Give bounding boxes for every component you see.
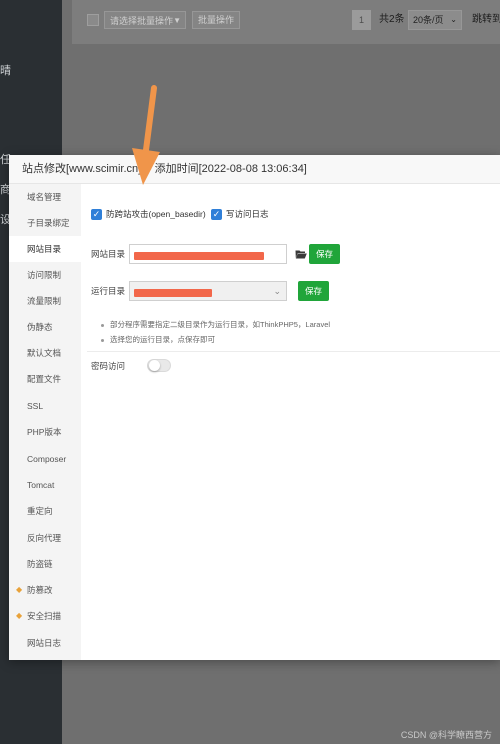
gem-icon: ◆ xyxy=(16,585,23,594)
caret-down-icon: ▼ xyxy=(173,16,181,25)
open-basedir-checkbox[interactable]: ✓ xyxy=(91,209,102,220)
run-dir-select[interactable]: ⌄ xyxy=(129,281,287,301)
nav-item-config[interactable]: 配置文件 xyxy=(9,366,81,392)
gem-icon: ◆ xyxy=(16,611,23,620)
redaction-mark xyxy=(134,289,212,297)
modal-title: 站点修改[www.scimir.cn] -- 添加时间[2022-08-08 1… xyxy=(22,163,307,175)
modal-header: 站点修改[www.scimir.cn] -- 添加时间[2022-08-08 1… xyxy=(9,155,500,184)
bullet-icon xyxy=(101,338,104,342)
site-dir-panel: ✓ 防跨站攻击(open_basedir) ✓ 写访问日志 网站目录 保存 运行… xyxy=(81,184,500,660)
tip-item: 部分程序需要指定二级目录作为运行目录，如ThinkPHP5，Laravel xyxy=(101,319,330,331)
nav-item-hotlink[interactable]: 防盗链 xyxy=(9,551,81,577)
divider xyxy=(87,351,500,352)
access-log-label: 写访问日志 xyxy=(226,209,269,219)
redaction-mark xyxy=(134,252,264,260)
nav-item-site-log[interactable]: 网站日志 xyxy=(9,630,81,656)
nav-item-tamper-proof[interactable]: ◆ 防篡改 xyxy=(9,577,81,603)
chevron-down-icon: ⌄ xyxy=(450,15,457,24)
nav-item-ssl[interactable]: SSL xyxy=(9,393,81,419)
run-dir-label: 运行目录 xyxy=(91,286,126,296)
nav-item-traffic-limit[interactable]: 流量限制 xyxy=(9,288,81,314)
batch-action-button[interactable]: 批量操作 xyxy=(192,11,241,29)
nav-item-redirect[interactable]: 重定向 xyxy=(9,498,81,524)
nav-item-reverse-proxy[interactable]: 反向代理 xyxy=(9,525,81,551)
site-dir-save-button[interactable]: 保存 xyxy=(309,244,340,264)
nav-item-composer[interactable]: Composer xyxy=(9,446,81,472)
bullet-icon xyxy=(101,323,104,327)
nav-item-site-dir[interactable]: 网站目录 xyxy=(9,236,81,262)
folder-open-icon[interactable] xyxy=(295,248,307,260)
nav-item-security-scan[interactable]: ◆ 安全扫描 xyxy=(9,603,81,629)
page-number-current[interactable]: 1 xyxy=(352,10,371,30)
nav-item-default-doc[interactable]: 默认文档 xyxy=(9,340,81,366)
password-access-toggle[interactable] xyxy=(147,359,171,372)
nav-item-tomcat[interactable]: Tomcat xyxy=(9,472,81,498)
batch-action-select[interactable]: 请选择批量操作 ▼ xyxy=(104,11,186,29)
access-log-checkbox[interactable]: ✓ xyxy=(211,209,222,220)
nav-item-rewrite[interactable]: 伪静态 xyxy=(9,314,81,340)
select-all-checkbox[interactable] xyxy=(87,14,99,26)
per-page-select[interactable]: 20条/页 ⌄ xyxy=(408,10,462,30)
pagination-total: 共2条 xyxy=(379,14,405,25)
open-basedir-label: 防跨站攻击(open_basedir) xyxy=(106,209,206,219)
modal-nav: 域名管理 子目录绑定 网站目录 访问限制 流量限制 伪静态 默认文档 配置文件 … xyxy=(9,184,81,660)
chevron-down-icon: ⌄ xyxy=(273,286,281,296)
nav-item-domain[interactable]: 域名管理 xyxy=(9,184,81,210)
tip-item: 选择您的运行目录，点保存即可 xyxy=(101,334,215,346)
nav-item-php-version[interactable]: PHP版本 xyxy=(9,419,81,445)
nav-item-subdir[interactable]: 子目录绑定 xyxy=(9,210,81,236)
password-access-label: 密码访问 xyxy=(91,361,126,371)
jump-to-label: 跳转到 xyxy=(472,14,500,25)
watermark: CSDN @科学瞭西营方 xyxy=(400,730,492,740)
site-edit-modal: 站点修改[www.scimir.cn] -- 添加时间[2022-08-08 1… xyxy=(9,155,500,660)
toggle-knob xyxy=(149,360,160,371)
site-dir-input[interactable] xyxy=(129,244,287,264)
sidebar-fragment[interactable]: 晴 xyxy=(0,62,11,78)
site-dir-label: 网站目录 xyxy=(91,249,126,259)
nav-item-access-limit[interactable]: 访问限制 xyxy=(9,262,81,288)
run-dir-save-button[interactable]: 保存 xyxy=(298,281,329,301)
